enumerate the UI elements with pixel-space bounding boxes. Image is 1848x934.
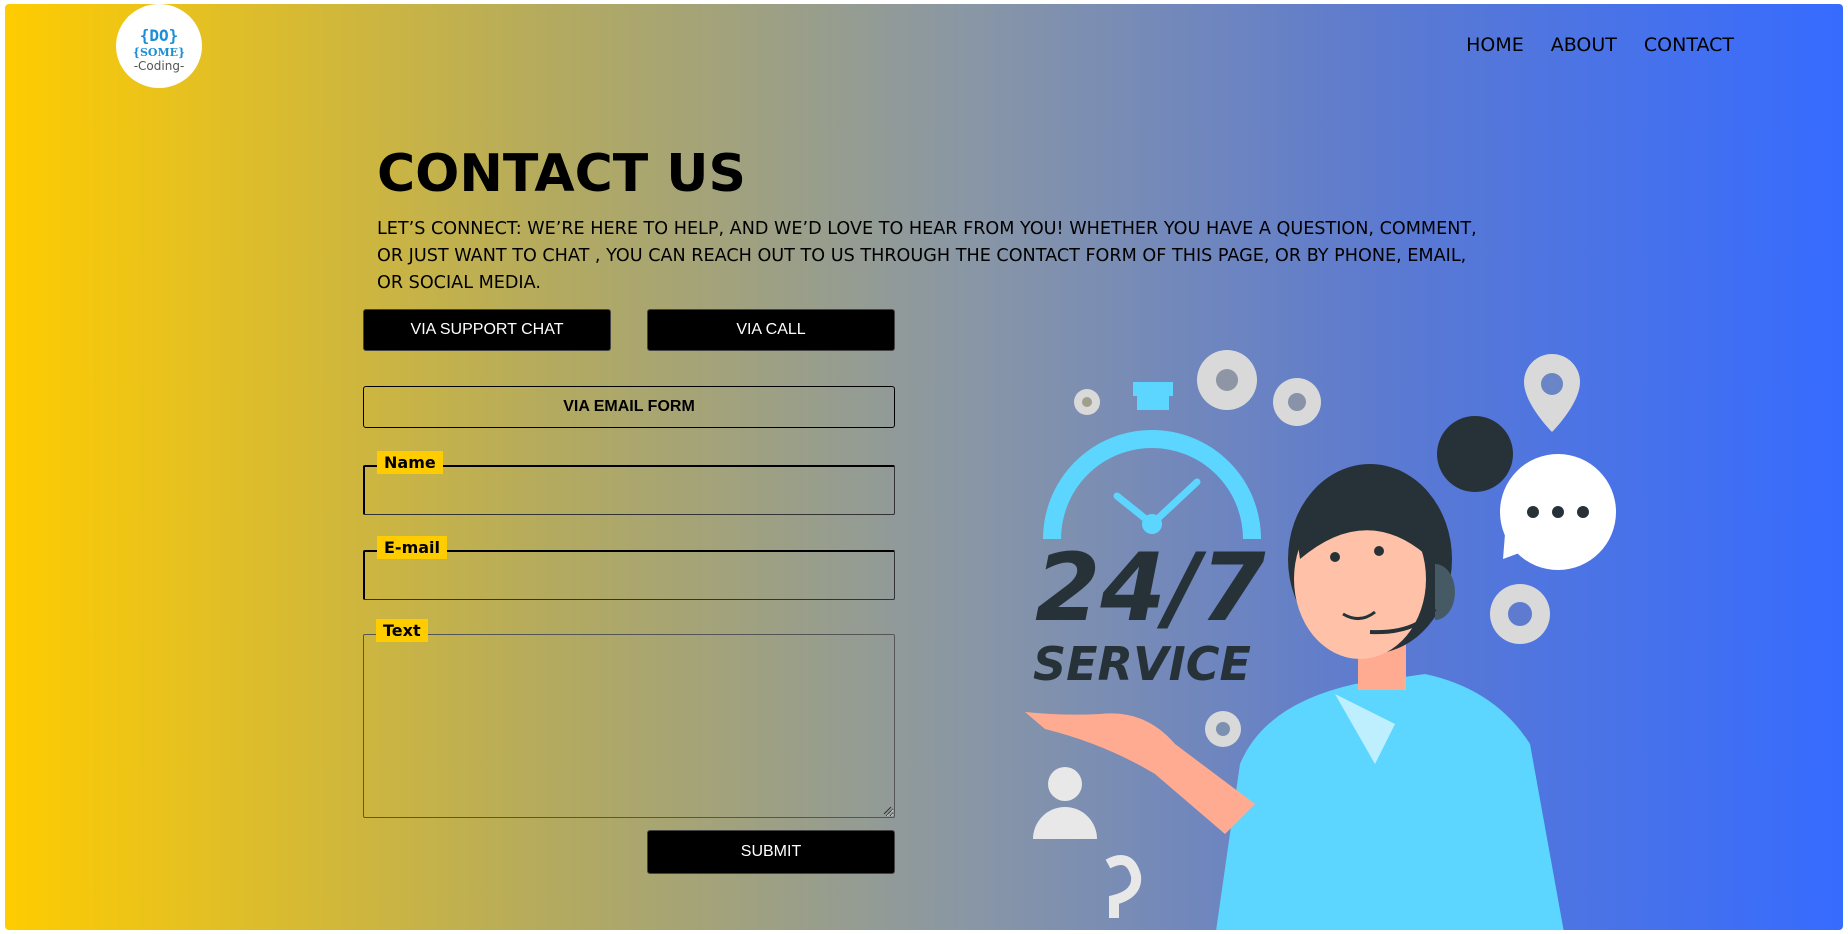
chat-bubble-icon [1500,454,1616,570]
logo-text-middle: {SOME} [133,46,185,59]
email-label: E-mail [377,536,448,559]
support-chat-button[interactable]: VIA SUPPORT CHAT [363,309,611,351]
name-field: Name [363,451,895,515]
page-background: {DO} {SOME} -Coding- HOME ABOUT CONTACT … [5,4,1843,930]
logo-text-bottom: -Coding- [134,59,185,73]
submit-button[interactable]: SUBMIT [647,830,895,874]
text-field: Text [363,619,895,818]
text-textarea[interactable] [364,635,894,817]
email-form-button[interactable]: VIA EMAIL FORM [363,386,895,428]
name-input[interactable] [365,467,894,514]
main-nav: HOME ABOUT CONTACT [1466,34,1734,56]
illustration-headline: 24/7 [1035,534,1266,643]
support-illustration: 24/7 SERVICE [1025,350,1616,930]
email-field: E-mail [363,536,895,600]
resize-handle-icon[interactable] [883,806,892,815]
question-mark-icon [1105,855,1142,918]
page-description: LET’S CONNECT: WE’RE HERE TO HELP, AND W… [377,219,1477,293]
site-logo[interactable]: {DO} {SOME} -Coding- [116,4,202,88]
logo-graphic: {DO} {SOME} -Coding- [133,26,185,73]
call-button[interactable]: VIA CALL [647,309,895,351]
nav-home[interactable]: HOME [1466,34,1524,56]
user-icon [1033,767,1097,839]
page-title: CONTACT US [377,144,746,204]
nav-about[interactable]: ABOUT [1551,34,1617,56]
email-input[interactable] [365,552,894,599]
name-label: Name [377,451,443,474]
nav-contact[interactable]: CONTACT [1644,34,1734,56]
illustration-subline: SERVICE [1033,637,1251,691]
logo-text-top: {DO} [140,26,179,45]
text-label: Text [376,619,428,642]
